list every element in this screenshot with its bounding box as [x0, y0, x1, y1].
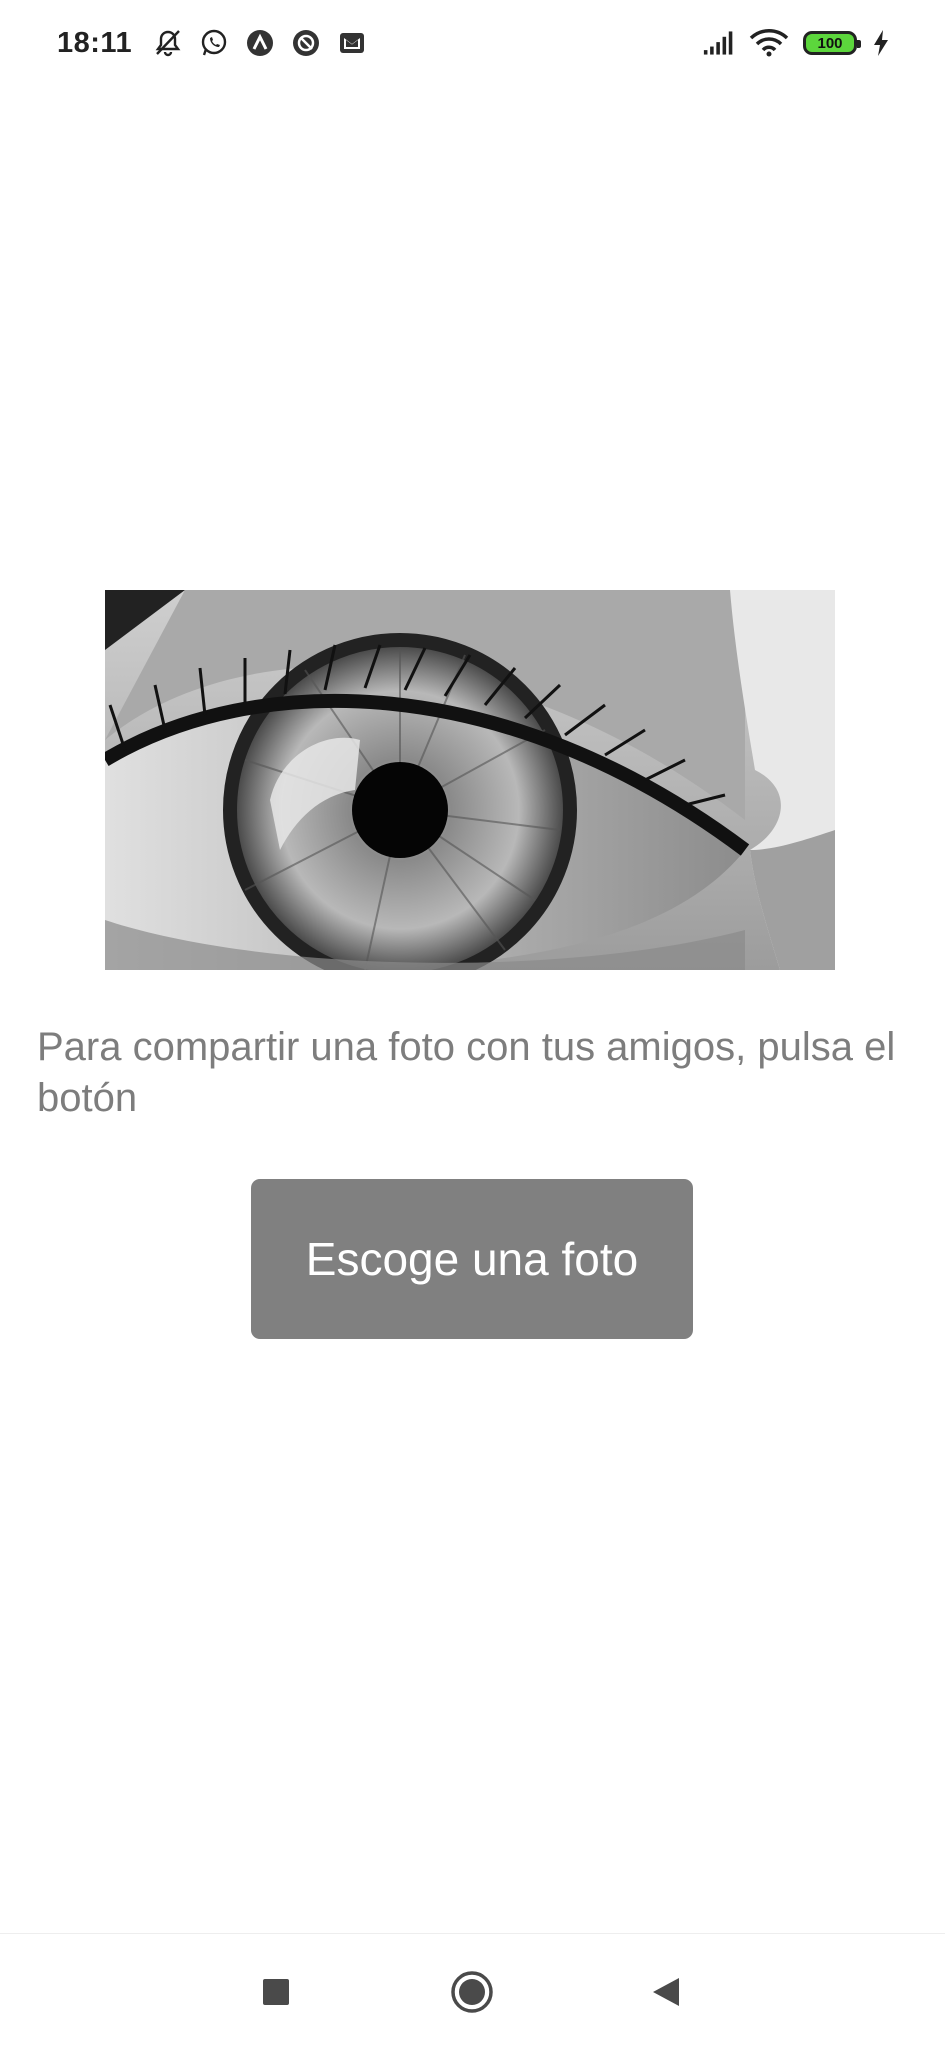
- blocked-icon: [290, 27, 322, 59]
- circle-icon[interactable]: [442, 1962, 502, 2022]
- square-icon[interactable]: [246, 1962, 306, 2022]
- eye-photo: [105, 590, 835, 970]
- triangle-back-icon[interactable]: [636, 1962, 696, 2022]
- app-a-icon: [244, 27, 276, 59]
- battery-indicator: 100: [803, 31, 861, 55]
- battery-level: 100: [817, 34, 843, 52]
- description-text: Para compartir una foto con tus amigos, …: [37, 1025, 896, 1120]
- status-time: 18:11: [57, 26, 133, 59]
- navigation-bar: [0, 1933, 945, 2048]
- gmail-icon: [336, 27, 368, 59]
- status-left: 18:11: [57, 27, 368, 60]
- charging-bolt-icon: [871, 27, 891, 59]
- whatsapp-icon: [198, 27, 230, 59]
- muted-bell-icon: [152, 27, 184, 59]
- signal-icon: [703, 27, 735, 59]
- status-right: 100: [703, 27, 891, 59]
- wifi-icon: [749, 27, 789, 59]
- choose-photo-button[interactable]: Escoge una foto: [251, 1179, 693, 1339]
- status-bar: 18:11 100: [0, 0, 945, 86]
